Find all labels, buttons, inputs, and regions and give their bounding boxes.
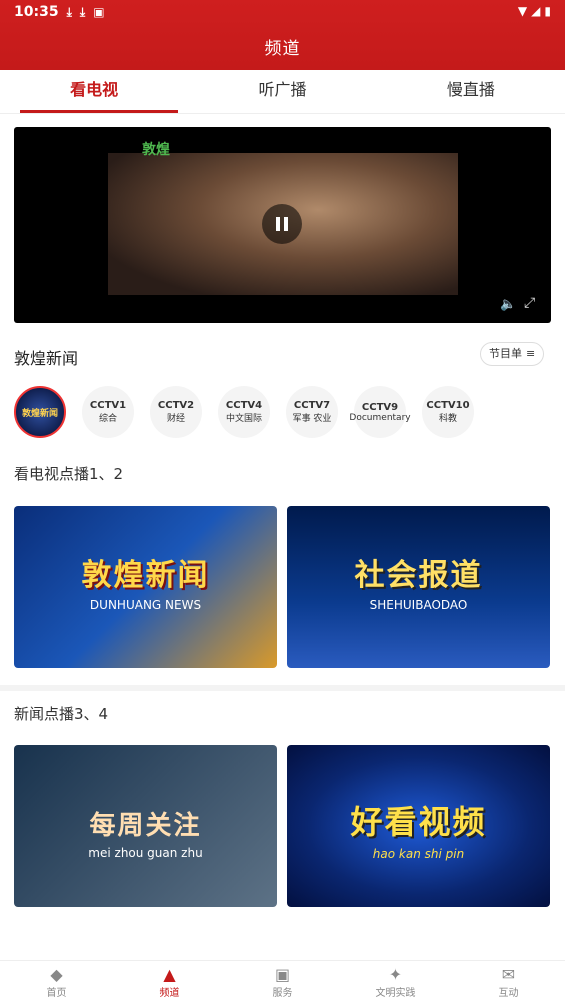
status-bar: 10:35 ⤓ ⤓ ▣ (14, 4, 105, 20)
nav-interaction[interactable]: ✉ 互动 (452, 961, 565, 1004)
video-player[interactable]: 敦煌 🔈 ⤢ (14, 127, 551, 323)
app-header: 10:35 ⤓ ⤓ ▣ ▼ ◢ ▮ 频道 (0, 0, 565, 70)
volume-icon[interactable]: 🔈 (500, 297, 516, 312)
download-icon: ⤓ (66, 4, 72, 19)
channel-title: 敦煌新闻 (14, 349, 79, 368)
card-title: 敦煌新闻 (81, 558, 210, 593)
tab-radio[interactable]: 听广播 (188, 70, 376, 113)
home-icon: ◆ (50, 965, 63, 984)
civilization-icon: ✦ (388, 965, 403, 984)
channel-logo-cctv9[interactable]: CCTV9 Documentary (349, 386, 411, 438)
page-title: 频道 (264, 39, 301, 59)
channel-icon: ▲ (163, 965, 176, 984)
video-card[interactable]: 每周关注 mei zhou guan zhu (14, 745, 277, 907)
section-title: 看电视点播1、2 (14, 465, 124, 483)
card-subtitle: mei zhou guan zhu (88, 846, 203, 860)
fullscreen-icon[interactable]: ⤢ (524, 295, 535, 311)
status-time: 10:35 (14, 4, 59, 20)
section-title: 新闻点播3、4 (14, 705, 109, 723)
tab-tv[interactable]: 看电视 (0, 70, 188, 113)
video-card[interactable]: 好看视频 hao kan shi pin (287, 745, 550, 907)
nav-home[interactable]: ◆ 首页 (0, 961, 113, 1004)
nav-channel[interactable]: ▲ 频道 (113, 961, 226, 1004)
menu-icon: ≡ (526, 347, 536, 360)
interaction-icon: ✉ (501, 965, 516, 984)
notification-icon: ▣ (93, 5, 105, 19)
tab-bar: 看电视 听广播 慢直播 (0, 70, 565, 114)
channel-logo-cctv1[interactable]: CCTV1 综合 (82, 386, 134, 438)
pause-button[interactable] (262, 204, 302, 244)
nav-service[interactable]: ▣ 服务 (226, 961, 339, 1004)
program-schedule-button[interactable]: 节目单 ≡ (480, 342, 545, 366)
bottom-navigation: ◆ 首页 ▲ 频道 ▣ 服务 ✦ 文明实践 ✉ 互动 (0, 960, 565, 1004)
card-subtitle: hao kan shi pin (372, 847, 465, 861)
nav-civilization[interactable]: ✦ 文明实践 (339, 961, 452, 1004)
channel-logo-cctv7[interactable]: CCTV7 军事 农业 (286, 386, 338, 438)
channel-logo-cctv2[interactable]: CCTV2 财经 (150, 386, 202, 438)
card-subtitle: DUNHUANG NEWS (89, 598, 202, 612)
signal-icon: ◢ (531, 4, 541, 18)
status-indicators: ▼ ◢ ▮ (518, 4, 551, 18)
card-subtitle: SHEHUIBAODAO (369, 598, 468, 612)
tab-slow-live[interactable]: 慢直播 (377, 70, 565, 113)
card-title: 好看视频 (350, 803, 487, 841)
station-logo: 敦煌 (142, 142, 170, 158)
card-title: 每周关注 (89, 811, 202, 841)
card-title: 社会报道 (354, 558, 483, 593)
battery-icon: ▮ (544, 4, 551, 18)
section-divider (0, 685, 565, 691)
channel-logo-cctv4[interactable]: CCTV4 中文国际 (218, 386, 270, 438)
video-card[interactable]: 社会报道 SHEHUIBAODAO (287, 506, 550, 668)
channel-logo-cctv10[interactable]: CCTV10 科教 (422, 386, 474, 438)
program-schedule-label: 节目单 (489, 347, 522, 360)
wifi-icon: ▼ (517, 4, 528, 18)
channel-logo-dunhuang[interactable]: 敦煌新闻 (14, 386, 66, 438)
service-icon: ▣ (274, 965, 291, 984)
channel-logo-list: 敦煌新闻 CCTV1 综合 CCTV2 财经 CCTV4 中文国际 CCTV7 军事 农… (14, 386, 474, 438)
download-icon: ⤓ (79, 4, 86, 19)
video-card[interactable]: 敦煌新闻 DUNHUANG NEWS (14, 506, 277, 668)
